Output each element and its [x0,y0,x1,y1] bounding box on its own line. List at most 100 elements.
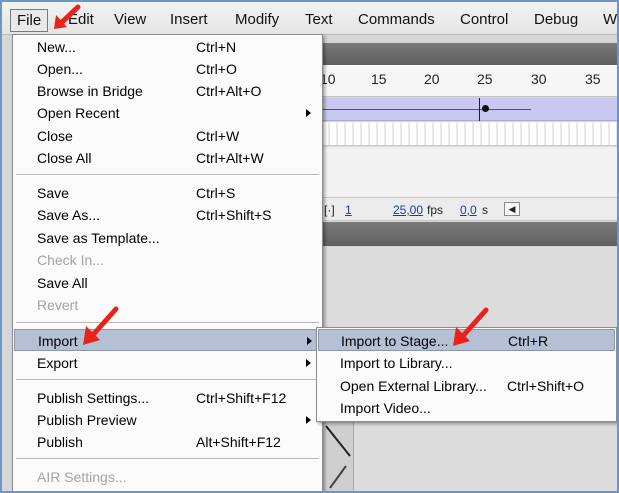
menu-item-label: Publish Preview [37,412,137,428]
menu-separator [16,458,319,460]
menu-item-label: New... [37,39,76,55]
timeline-status-bar: [·] 1 25,00 fps 0,0 s ◀ [322,197,617,221]
ruler-tick: 30 [531,71,547,87]
fps-unit: fps [427,203,444,217]
menu-item-browse-in-bridge[interactable]: Browse in Bridge Ctrl+Alt+O [14,80,321,102]
submenu-arrow-icon [306,416,311,424]
menu-item-publish[interactable]: Publish Alt+Shift+F12 [14,431,321,453]
menu-commands[interactable]: Commands [358,10,435,30]
menu-window-partial[interactable]: W [603,10,617,30]
menu-item-shortcut: Ctrl+Shift+F12 [196,390,287,406]
menu-separator [16,174,319,176]
menu-item-close[interactable]: Close Ctrl+W [14,125,321,147]
submenu-arrow-icon [307,337,312,345]
ruler-tick: 35 [585,71,601,87]
menu-item-shortcut: Alt+Shift+F12 [196,434,281,450]
menu-item-check-in: Check In... [14,249,321,271]
current-frame[interactable]: 1 [345,203,352,217]
timeline-header [322,43,617,65]
menu-item-label: Import Video... [340,400,431,416]
menu-item-save-as[interactable]: Save As... Ctrl+Shift+S [14,204,321,226]
timeline-empty-area [322,147,617,197]
menu-item-label: Publish [37,434,83,450]
menu-item-shortcut: Ctrl+Shift+S [196,207,272,223]
file-menu-dropdown: New... Ctrl+N Open... Ctrl+O Browse in B… [12,34,323,491]
menu-separator [16,379,319,381]
menu-item-save-as-template[interactable]: Save as Template... [14,227,321,249]
menu-item-shortcut: Ctrl+S [196,185,236,201]
menu-item-label: Browse in Bridge [37,83,143,99]
annotation-arrow-icon [83,306,119,345]
menu-item-open-recent[interactable]: Open Recent [14,102,321,124]
menu-item-shortcut: Ctrl+Shift+O [507,378,585,394]
menu-debug[interactable]: Debug [534,10,578,30]
ruler-tick: 20 [424,71,440,87]
menu-text[interactable]: Text [305,10,333,30]
menu-item-label: Save All [37,275,88,291]
menu-item-label: Open... [37,61,83,77]
scroll-left-icon[interactable]: ◀ [504,202,520,216]
menu-view[interactable]: View [114,10,146,30]
playhead[interactable] [479,98,480,121]
submenu-arrow-icon [306,109,311,117]
menu-item-close-all[interactable]: Close All Ctrl+Alt+W [14,147,321,169]
fps-value[interactable]: 25,00 [393,203,423,217]
menu-modify[interactable]: Modify [235,10,279,30]
menu-item-label: Open External Library... [340,378,487,394]
submenu-item-import-to-library[interactable]: Import to Library... [318,352,615,374]
menu-item-save[interactable]: Save Ctrl+S [14,182,321,204]
menu-file[interactable]: File [10,9,49,32]
submenu-item-open-external-library[interactable]: Open External Library... Ctrl+Shift+O [318,375,615,397]
menu-item-shortcut: Ctrl+Alt+W [196,150,264,166]
menu-item-revert: Revert [14,294,321,316]
timeline-frames-layer[interactable] [322,98,617,121]
menu-item-shortcut: Ctrl+O [196,61,237,77]
menu-item-label: Revert [37,297,79,313]
time-value[interactable]: 0,0 [460,203,477,217]
menu-item-new[interactable]: New... Ctrl+N [14,36,321,58]
annotation-arrow-icon [54,4,81,29]
stage-header [322,222,617,246]
submenu-arrow-icon [306,359,311,367]
menu-item-label: Import [38,333,78,349]
menu-item-export[interactable]: Export [14,352,321,374]
menu-item-open[interactable]: Open... Ctrl+O [14,58,321,80]
menu-item-label: Check In... [37,252,104,268]
menu-item-label: Close All [37,150,92,166]
menu-item-shortcut: Ctrl+R [508,333,549,349]
menu-item-shortcut: Ctrl+Alt+O [196,83,262,99]
ruler-tick: 15 [371,71,387,87]
menu-item-label: Export [37,355,78,371]
menu-item-label: Save as Template... [37,230,160,246]
menu-item-save-all[interactable]: Save All [14,272,321,294]
submenu-item-import-video[interactable]: Import Video... [318,397,615,419]
menu-item-publish-preview[interactable]: Publish Preview [14,409,321,431]
menu-control[interactable]: Control [460,10,508,30]
line-tool-icon[interactable] [322,422,354,493]
menu-item-label: Save [37,185,69,201]
onion-skin-icon[interactable]: [·] [324,203,335,217]
menu-insert[interactable]: Insert [170,10,208,30]
menu-item-publish-settings[interactable]: Publish Settings... Ctrl+Shift+F12 [14,387,321,409]
menu-item-label: Save As... [37,207,101,223]
menu-item-shortcut: Ctrl+N [196,39,237,55]
menu-item-label: Import to Library... [340,355,453,371]
tools-panel [322,422,354,493]
menu-item-label: Open Recent [37,105,120,121]
menu-item-import[interactable]: Import [14,329,321,351]
menu-item-air-settings: AIR Settings... [14,466,321,488]
app-window: File Edit View Insert Modify Text Comman… [0,0,619,493]
tween-line [322,109,531,110]
menu-item-label: Close [37,128,73,144]
annotation-arrow-icon [453,307,489,346]
timeline-frames-row[interactable] [322,122,617,146]
menu-bar: File Edit View Insert Modify Text Comman… [2,2,617,35]
menu-separator [16,322,319,324]
keyframe-dot [482,105,489,112]
ruler-tick: 25 [477,71,493,87]
timeline-ruler: 10 15 20 25 30 35 [320,65,617,97]
menu-item-label: Publish Settings... [37,390,150,406]
time-unit: s [482,203,488,217]
menu-item-label: AIR Settings... [37,469,127,485]
menu-item-shortcut: Ctrl+W [196,128,240,144]
